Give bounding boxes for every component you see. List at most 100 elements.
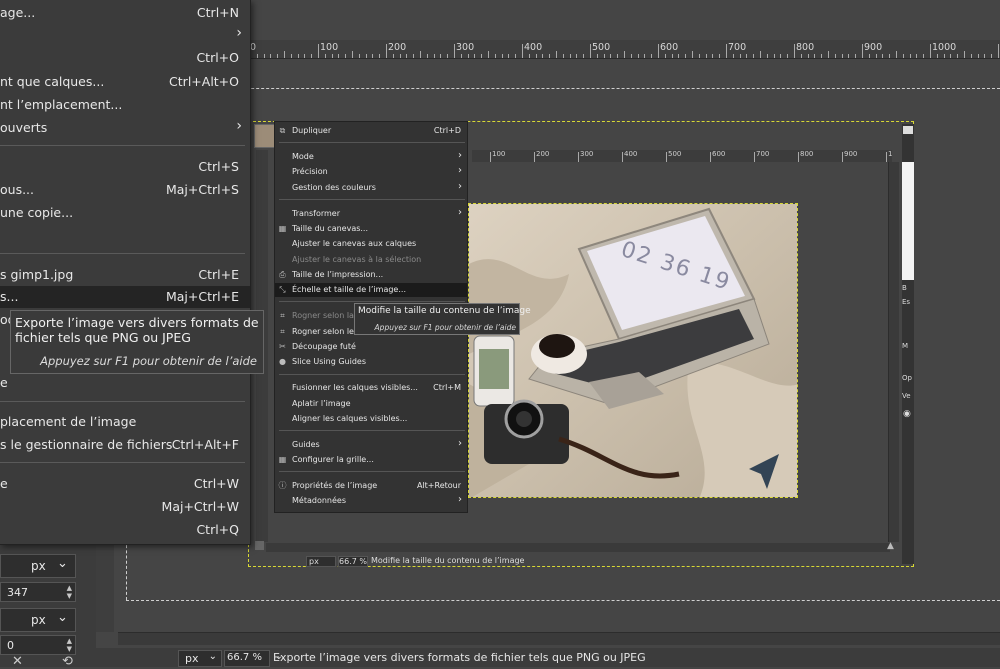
- menu-item-quit[interactable]: Ctrl+Q: [0, 519, 250, 541]
- menu-item-export-to[interactable]: s gimp1.jpg Ctrl+E: [0, 264, 250, 286]
- value-field-1[interactable]: 347 ▲ ▼: [0, 582, 76, 602]
- inner-ruler-tick-label: 400: [624, 150, 638, 158]
- menu-item-merge-visible[interactable]: Fusionner les calques visibles... Ctrl+M: [275, 381, 467, 395]
- duplicate-icon: ⧉: [279, 126, 286, 135]
- menu-item-flatten[interactable]: Aplatir l’image: [275, 397, 467, 411]
- zoom-arrow-icon[interactable]: ▲: [887, 541, 894, 551]
- menu-item-show-in-file-manager[interactable]: s le gestionnaire de fichiers Ctrl+Alt+F: [0, 434, 250, 456]
- menu-item-open-as-layers[interactable]: nt que calques... Ctrl+Alt+O: [0, 71, 250, 93]
- ruler-tick: [318, 44, 319, 58]
- menu-item-close[interactable]: e Ctrl+W: [0, 473, 250, 495]
- canvas-image[interactable]: 02 36 19: [468, 203, 798, 498]
- menu-item-new[interactable]: age... Ctrl+N: [0, 2, 250, 24]
- horizontal-scrollbar[interactable]: [118, 632, 1000, 645]
- crop-content-icon: ⌗: [280, 327, 285, 336]
- menu-item-transform[interactable]: Transformer ›: [275, 207, 467, 221]
- ruler-subtick: [692, 51, 693, 58]
- ruler-subtick: [508, 54, 510, 58]
- menu-item-print[interactable]: e: [0, 372, 250, 394]
- ruler-subtick: [610, 54, 612, 58]
- ruler-subtick: [481, 54, 483, 58]
- ruler-subtick: [624, 51, 625, 58]
- value-field-2[interactable]: 0 ▲ ▼: [0, 635, 76, 655]
- menu-item-close-all[interactable]: Maj+Ctrl+W: [0, 496, 250, 518]
- zoom-select[interactable]: 66.7 % ⌄: [224, 650, 283, 667]
- menu-item-save-as[interactable]: ous... Maj+Ctrl+S: [0, 179, 250, 201]
- ruler-subtick: [773, 54, 775, 58]
- ruler-subtick: [576, 54, 578, 58]
- menu-item-open[interactable]: Ctrl+O: [0, 47, 250, 69]
- menu-separator: [279, 471, 465, 472]
- ruler-subtick: [617, 54, 619, 58]
- menu-item-recent[interactable]: ouverts ›: [0, 117, 250, 139]
- menu-item-save-copy[interactable]: une copie...: [0, 202, 250, 224]
- menu-item-fit-canvas-selection: Ajuster le canevas à la sélection: [292, 255, 422, 264]
- menu-item-fit-canvas-layers[interactable]: Ajuster le canevas aux calques: [275, 237, 467, 251]
- menu-item-scale-image[interactable]: ⤡ Échelle et taille de l’image...: [275, 283, 467, 297]
- menu-item-print-size[interactable]: ⎙ Taille de l’impression...: [275, 268, 467, 282]
- ruler-tick-label: 500: [592, 42, 611, 53]
- unit-select[interactable]: px ⌄: [178, 650, 222, 667]
- ruler-subtick: [549, 54, 551, 58]
- ruler-subtick: [501, 54, 503, 58]
- menu-item-canvas-size[interactable]: ▦ Taille du canevas...: [275, 222, 467, 236]
- ruler-subtick: [834, 54, 836, 58]
- menu-item-zealous-crop[interactable]: ✂ Découpage futé: [275, 340, 467, 354]
- ruler-subtick: [991, 54, 993, 58]
- submenu-arrow-icon: ›: [458, 150, 462, 161]
- ruler-tick: [454, 44, 455, 58]
- menu-item-align-layers[interactable]: Aligner les calques visibles...: [275, 412, 467, 426]
- menu-item-configure-grid[interactable]: ▦ Configurer la grille...: [275, 453, 467, 467]
- ruler-subtick: [413, 54, 415, 58]
- ruler-subtick: [916, 54, 918, 58]
- close-icon[interactable]: [903, 126, 913, 134]
- status-message: Exporte l’image vers divers formats de f…: [273, 651, 646, 664]
- inner-ruler-tick-label: 300: [580, 150, 594, 158]
- ruler-subtick: [848, 54, 850, 58]
- unit-select-1[interactable]: px ⌄: [0, 554, 76, 578]
- menu-separator: [0, 462, 245, 463]
- spin-arrows-icon[interactable]: ▲ ▼: [67, 637, 72, 653]
- ruler-subtick: [297, 54, 299, 58]
- menu-item-export-as[interactable]: s... Maj+Ctrl+E: [0, 286, 250, 308]
- menu-item-save[interactable]: Ctrl+S: [0, 156, 250, 178]
- ruler-subtick: [705, 54, 707, 58]
- eye-icon[interactable]: ◉: [903, 409, 911, 419]
- ruler-subtick: [882, 54, 884, 58]
- menu-item-precision[interactable]: Précision ›: [275, 165, 467, 179]
- menu-item-create[interactable]: ›: [0, 24, 250, 46]
- ruler-subtick: [787, 54, 789, 58]
- ruler-subtick: [970, 54, 972, 58]
- menu-item-copy-location[interactable]: placement de l’image: [0, 411, 250, 433]
- menu-item-image-properties[interactable]: ⓘ Propriétés de l’image Alt+Retour: [275, 479, 467, 493]
- ruler-subtick: [583, 54, 585, 58]
- ruler-subtick: [596, 54, 598, 58]
- ruler-subtick: [290, 54, 292, 58]
- ruler-subtick: [365, 54, 367, 58]
- ruler-subtick: [868, 54, 870, 58]
- menu-item-slice-guides[interactable]: ● Slice Using Guides: [275, 355, 467, 369]
- menu-item-duplicate[interactable]: ⧉ Dupliquer Ctrl+D: [275, 124, 467, 138]
- ruler-subtick: [345, 54, 347, 58]
- menu-item-open-location[interactable]: nt l’emplacement...: [0, 94, 250, 116]
- inner-ruler-tick: [578, 152, 579, 162]
- menu-item-metadata[interactable]: Métadonnées ›: [275, 494, 467, 508]
- inner-horizontal-scrollbar[interactable]: [266, 543, 890, 552]
- inner-ruler-tick-label: 700: [756, 150, 770, 158]
- inner-vertical-scrollbar[interactable]: [888, 162, 899, 542]
- spin-arrows-icon[interactable]: ▲ ▼: [67, 584, 72, 600]
- inner-ruler-tick: [710, 152, 711, 162]
- unit-select-2[interactable]: px ⌄: [0, 608, 76, 632]
- navigate-icon[interactable]: [255, 541, 264, 550]
- ruler-subtick: [494, 54, 496, 58]
- menu-item-color-management[interactable]: Gestion des couleurs ›: [275, 181, 467, 195]
- inner-ruler-tick-label: 600: [712, 150, 726, 158]
- menu-separator: [279, 374, 465, 375]
- zealous-crop-icon: ✂: [279, 342, 286, 351]
- menu-item-guides[interactable]: Guides ›: [275, 438, 467, 452]
- ruler-subtick: [433, 54, 435, 58]
- ruler-subtick: [304, 54, 306, 58]
- inner-ruler-tick: [754, 152, 755, 162]
- menu-item-mode[interactable]: Mode ›: [275, 150, 467, 164]
- ruler-subtick: [352, 51, 353, 58]
